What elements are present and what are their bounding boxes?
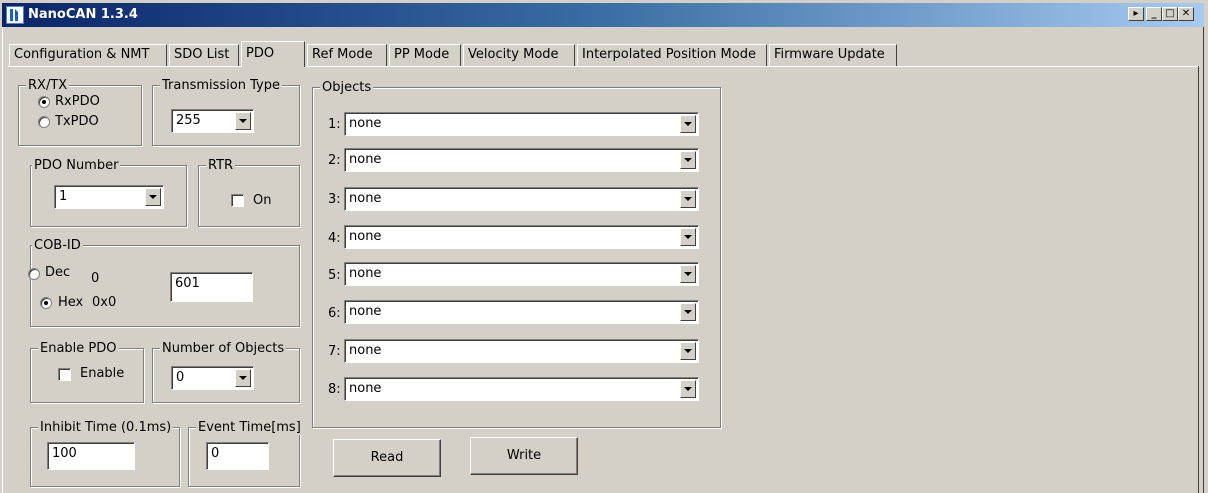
cob-id-dec-label[interactable]: Dec (45, 265, 70, 280)
tab-firmware-update[interactable]: Firmware Update (769, 44, 897, 66)
enable-pdo-checkbox[interactable] (58, 368, 71, 381)
chevron-down-icon[interactable] (680, 380, 696, 398)
object-3-index: 3: (328, 192, 341, 207)
object-2-select[interactable]: none (344, 148, 699, 172)
object-3-select[interactable]: none (344, 187, 699, 211)
transmission-type-label: Transmission Type (160, 78, 282, 93)
cob-id-group (30, 245, 300, 327)
tab-interpolated-position-mode[interactable]: Interpolated Position Mode (577, 44, 767, 66)
object-7-value: none (349, 343, 382, 358)
object-6-value: none (349, 304, 382, 319)
inhibit-time-label: Inhibit Time (0.1ms) (38, 420, 174, 435)
object-7-select[interactable]: none (344, 339, 699, 363)
pdo-number-value: 1 (59, 189, 68, 204)
rtr-checkbox[interactable] (231, 194, 244, 207)
panel-right-border (1198, 66, 1199, 493)
cob-id-hex-label[interactable]: Hex (58, 295, 83, 310)
scroll-right-icon[interactable]: ▸ (1128, 7, 1144, 21)
chevron-down-icon[interactable] (680, 303, 696, 321)
object-2-index: 2: (328, 153, 341, 168)
read-button[interactable]: Read (333, 439, 441, 477)
event-time-label: Event Time[ms] (196, 420, 303, 435)
maximize-button[interactable]: □ (1162, 7, 1178, 21)
object-5-index: 5: (328, 268, 341, 283)
object-1-index: 1: (328, 117, 341, 132)
rxpdo-label[interactable]: RxPDO (55, 94, 100, 109)
tab-velocity-mode[interactable]: Velocity Mode (463, 44, 575, 66)
pdo-number-select[interactable]: 1 (54, 185, 164, 209)
object-8-value: none (349, 381, 382, 396)
cob-id-input-value: 601 (175, 276, 200, 291)
tab-sdo-list[interactable]: SDO List (169, 44, 239, 66)
object-2-value: none (349, 152, 382, 167)
close-button[interactable]: ✕ (1178, 7, 1194, 21)
rxpdo-radio[interactable] (38, 96, 50, 108)
txpdo-radio[interactable] (38, 116, 50, 128)
object-5-value: none (349, 266, 382, 281)
object-7-index: 7: (328, 344, 341, 359)
number-of-objects-label: Number of Objects (160, 341, 287, 356)
tab-configuration-nmt[interactable]: Configuration & NMT (9, 44, 167, 66)
number-of-objects-select[interactable]: 0 (171, 366, 254, 390)
cob-id-dec-value: 0 (91, 271, 100, 286)
object-5-select[interactable]: none (344, 262, 699, 286)
object-1-value: none (349, 116, 382, 131)
transmission-type-select[interactable]: 255 (171, 109, 254, 133)
object-8-select[interactable]: none (344, 377, 699, 401)
pdo-number-label: PDO Number (32, 158, 121, 173)
txpdo-label[interactable]: TxPDO (55, 114, 99, 129)
rtr-label: RTR (206, 158, 236, 173)
app-logo-icon[interactable] (6, 6, 24, 24)
object-4-select[interactable]: none (344, 225, 699, 249)
cob-id-label: COB-ID (32, 238, 83, 253)
chevron-down-icon[interactable] (680, 265, 696, 283)
object-3-value: none (349, 191, 382, 206)
tab-pdo[interactable]: PDO (241, 41, 305, 67)
number-of-objects-value: 0 (176, 370, 185, 385)
cob-id-dec-radio[interactable] (28, 268, 40, 280)
rtr-group (198, 165, 300, 227)
title-bar[interactable]: NanoCAN 1.3.4 ▸ _ □ ✕ (2, 3, 1204, 27)
minimize-button[interactable]: _ (1146, 7, 1162, 21)
cob-id-input[interactable]: 601 (170, 272, 253, 302)
tab-ref-mode[interactable]: Ref Mode (307, 44, 387, 66)
inhibit-time-value: 100 (52, 446, 77, 461)
write-button[interactable]: Write (470, 437, 578, 475)
chevron-down-icon[interactable] (680, 151, 696, 169)
rtr-checkbox-label[interactable]: On (253, 193, 271, 208)
chevron-down-icon[interactable] (680, 342, 696, 360)
tab-strip-border (8, 66, 1200, 67)
object-4-index: 4: (328, 231, 341, 246)
event-time-value: 0 (211, 446, 220, 461)
chevron-down-icon[interactable] (680, 115, 696, 133)
object-6-index: 6: (328, 306, 341, 321)
transmission-type-value: 255 (176, 113, 201, 128)
chevron-down-icon[interactable] (680, 228, 696, 246)
enable-pdo-label: Enable PDO (38, 341, 119, 356)
object-4-value: none (349, 229, 382, 244)
object-8-index: 8: (328, 382, 341, 397)
chevron-down-icon[interactable] (235, 112, 251, 130)
chevron-down-icon[interactable] (145, 188, 161, 206)
cob-id-hex-radio[interactable] (40, 297, 52, 309)
tab-pp-mode[interactable]: PP Mode (389, 44, 461, 66)
objects-label: Objects (320, 80, 374, 95)
window-title: NanoCAN 1.3.4 (28, 7, 138, 22)
cob-id-hex-value: 0x0 (92, 295, 117, 310)
object-6-select[interactable]: none (344, 300, 699, 324)
object-1-select[interactable]: none (344, 112, 699, 136)
inhibit-time-input[interactable]: 100 (47, 442, 135, 470)
rxtx-label: RX/TX (26, 78, 70, 93)
chevron-down-icon[interactable] (235, 369, 251, 387)
event-time-input[interactable]: 0 (206, 442, 269, 470)
enable-pdo-checkbox-label[interactable]: Enable (80, 366, 124, 381)
chevron-down-icon[interactable] (680, 190, 696, 208)
